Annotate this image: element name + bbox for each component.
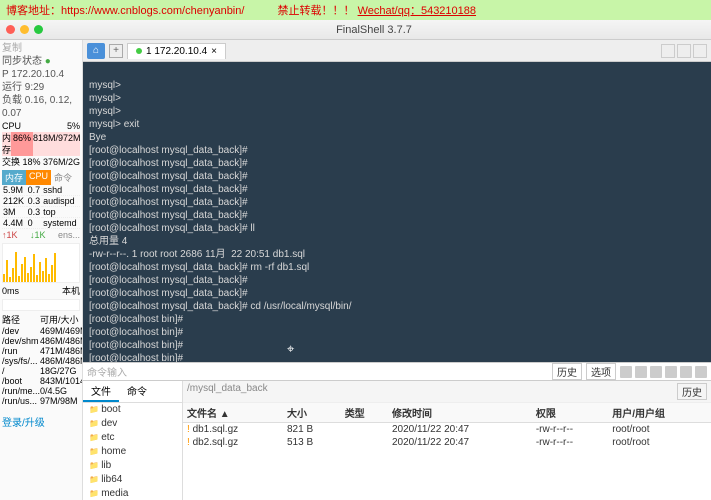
tree-item[interactable]: boot	[89, 403, 182, 417]
app-title: FinalShell 3.7.7	[43, 24, 705, 36]
col-mtime[interactable]: 修改时间	[388, 403, 532, 423]
close-icon[interactable]	[6, 25, 15, 34]
history-button[interactable]: 历史	[552, 363, 582, 380]
file-row[interactable]: ! db2.sql.gz 513 B 2020/11/22 20:47 -rw-…	[183, 436, 711, 449]
ip-label: P 172.20.10.4	[2, 68, 80, 81]
session-tab[interactable]: 1 172.20.10.4 ×	[127, 43, 226, 59]
col-name[interactable]: 文件名 ▲	[183, 403, 283, 423]
tree-item[interactable]: lib64	[89, 473, 182, 487]
maximize-icon[interactable]	[34, 25, 43, 34]
new-tab-button[interactable]: +	[109, 44, 123, 58]
window-titlebar: FinalShell 3.7.7	[0, 20, 711, 40]
layout-icon[interactable]	[661, 44, 675, 58]
tool-icon[interactable]	[620, 366, 632, 378]
file-icon: !	[187, 437, 190, 448]
close-tab-icon[interactable]: ×	[211, 46, 217, 57]
disk-table: 路径可用/大小 /dev469M/469M /dev/shm486M/486M …	[2, 313, 83, 406]
terminal[interactable]: mysql> mysql> mysql> mysql> exit Bye [ro…	[83, 62, 711, 362]
tree-item[interactable]: media	[89, 487, 182, 500]
mouse-cursor-icon: ⌖	[287, 342, 294, 355]
tool-icon[interactable]	[650, 366, 662, 378]
col-perm[interactable]: 权限	[532, 403, 608, 423]
tool-icon[interactable]	[665, 366, 677, 378]
options-button[interactable]: 选项	[586, 363, 616, 380]
layout-icon[interactable]	[677, 44, 691, 58]
status-dot-icon	[136, 48, 142, 54]
tab-commands[interactable]: 命令	[119, 381, 155, 402]
file-row[interactable]: ! db1.sql.gz 821 B 2020/11/22 20:47 -rw-…	[183, 423, 711, 437]
tree-item[interactable]: lib	[89, 459, 182, 473]
tree-item[interactable]: home	[89, 445, 182, 459]
login-link[interactable]: 登录/升级	[2, 414, 80, 429]
file-list: /mysql_data_back 历史 文件名 ▲ 大小 类型 修改时间 权限 …	[183, 381, 711, 500]
col-size[interactable]: 大小	[283, 403, 341, 423]
col-owner[interactable]: 用户/用户组	[608, 403, 711, 423]
tool-icon[interactable]	[695, 366, 707, 378]
file-icon: !	[187, 424, 190, 435]
latency-graph	[2, 299, 80, 311]
col-type[interactable]: 类型	[341, 403, 388, 423]
tab-bar: ⌂ + 1 172.20.10.4 ×	[83, 40, 711, 62]
system-sidebar: 复制 同步状态 ● P 172.20.10.4 运行 9:29 负载 0.16,…	[0, 40, 83, 500]
minimize-icon[interactable]	[20, 25, 29, 34]
process-table: 5.9M0.7sshd 212K0.3audispd 3M0.3top 4.4M…	[2, 185, 80, 229]
command-input[interactable]: 命令输入	[87, 364, 127, 379]
tool-icon[interactable]	[680, 366, 692, 378]
metric-tabs[interactable]: 内存 CPU 命令	[2, 170, 80, 185]
tree-item[interactable]: etc	[89, 431, 182, 445]
menu-icon[interactable]	[693, 44, 707, 58]
watermark-banner: 博客地址：https://www.cnblogs.com/chenyanbin/…	[0, 0, 711, 20]
path-breadcrumb[interactable]: /mysql_data_back	[187, 383, 268, 400]
copy-label[interactable]: 复制	[2, 42, 80, 55]
tree-item[interactable]: dev	[89, 417, 182, 431]
command-input-bar[interactable]: 命令输入 历史 选项	[83, 362, 711, 380]
home-icon[interactable]: ⌂	[87, 43, 105, 59]
tab-files[interactable]: 文件	[83, 381, 119, 402]
network-graph	[2, 243, 80, 283]
tool-icon[interactable]	[635, 366, 647, 378]
file-tree[interactable]: 文件 命令 boot dev etc home lib lib64 media …	[83, 381, 183, 500]
history-button[interactable]: 历史	[677, 383, 707, 400]
